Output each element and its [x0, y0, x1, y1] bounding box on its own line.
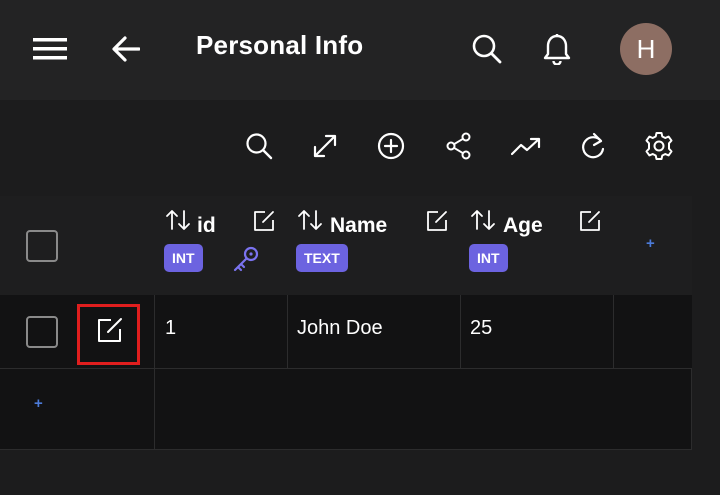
app-bar: Personal Info H: [0, 0, 720, 100]
trending-up-icon[interactable]: [510, 130, 542, 162]
column-header-age[interactable]: Age INT: [461, 196, 614, 295]
divider: [287, 295, 288, 369]
add-row-button[interactable]: +: [34, 395, 43, 412]
sort-icon[interactable]: [297, 209, 323, 231]
divider: [613, 295, 614, 369]
avatar[interactable]: H: [620, 23, 672, 75]
page-title: Personal Info: [196, 30, 364, 60]
toolbar-search-icon[interactable]: [243, 130, 275, 162]
cell-id[interactable]: 1: [165, 317, 176, 340]
refresh-icon[interactable]: [577, 130, 609, 162]
column-name: Name: [330, 214, 388, 237]
divider: [154, 369, 155, 450]
add-circle-icon[interactable]: [375, 130, 407, 162]
back-arrow-icon[interactable]: [106, 29, 146, 69]
column-header-name[interactable]: Name TEXT: [288, 196, 461, 295]
column-name: Age: [503, 214, 543, 237]
edit-column-icon[interactable]: [578, 209, 602, 233]
grid-header: id INT Name TEXT Age INT +: [0, 196, 692, 295]
settings-icon[interactable]: [643, 130, 675, 162]
cell-name[interactable]: John Doe: [297, 317, 383, 340]
sort-icon[interactable]: [165, 209, 191, 231]
column-name: id: [197, 214, 216, 237]
type-badge: TEXT: [296, 244, 348, 272]
type-badge: INT: [164, 244, 203, 272]
edit-column-icon[interactable]: [425, 209, 449, 233]
search-icon[interactable]: [467, 29, 507, 69]
primary-key-icon: [233, 246, 259, 272]
share-icon[interactable]: [443, 130, 475, 162]
expand-icon[interactable]: [309, 130, 341, 162]
select-all-checkbox[interactable]: [26, 230, 58, 262]
add-row: +: [0, 369, 692, 450]
column-header-id[interactable]: id INT: [155, 196, 288, 295]
menu-icon[interactable]: [30, 29, 70, 69]
add-column-button[interactable]: +: [646, 235, 655, 252]
divider: [460, 295, 461, 369]
sort-icon[interactable]: [470, 209, 496, 231]
toolbar: [0, 100, 720, 196]
divider: [154, 295, 155, 369]
bell-icon[interactable]: [537, 29, 577, 69]
edit-row-highlight: [77, 304, 140, 365]
cell-age[interactable]: 25: [470, 317, 492, 340]
row-checkbox[interactable]: [26, 316, 58, 348]
type-badge: INT: [469, 244, 508, 272]
edit-column-icon[interactable]: [252, 209, 276, 233]
